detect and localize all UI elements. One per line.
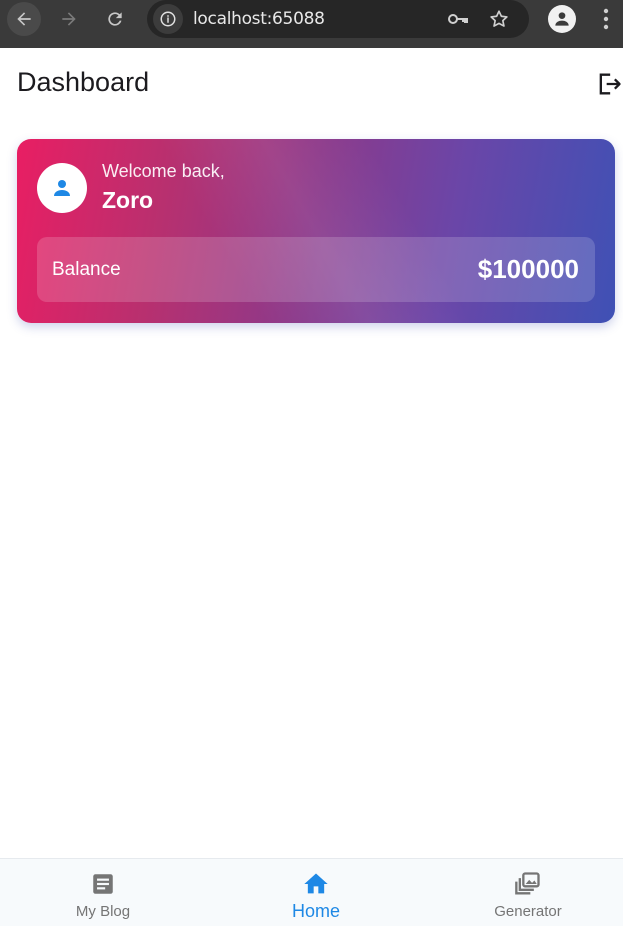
balance-panel: Balance $100000 [37,237,595,302]
bookmark-button[interactable] [487,7,511,31]
balance-card: Welcome back, Zoro Balance $100000 [17,139,615,323]
reload-icon [108,12,122,26]
logout-button[interactable] [594,69,623,99]
bottom-navigation: My Blog Home Generator [0,858,623,926]
browser-menu-button[interactable] [596,6,616,32]
balance-label: Balance [52,259,121,280]
key-icon [448,14,468,24]
nav-label: Generator [494,903,562,920]
collections-icon [515,872,540,895]
password-key-button[interactable] [446,7,470,31]
article-icon [93,874,113,894]
nav-label: Home [291,901,340,921]
info-icon [160,11,176,27]
reload-button[interactable] [98,2,132,36]
balance-value: $100000 [477,254,579,284]
forward-arrow-icon [62,12,76,26]
username: Zoro [102,187,154,213]
browser-profile-button[interactable] [548,5,576,33]
logout-icon [599,73,621,95]
home-icon [304,873,328,894]
back-button[interactable] [7,2,41,36]
address-bar[interactable]: localhost:65088 [147,0,529,38]
url-text[interactable]: localhost:65088 [193,9,325,29]
welcome-text: Welcome back, [102,161,225,181]
more-vert-icon [603,8,609,30]
back-arrow-icon [17,12,31,26]
profile-icon [555,12,569,26]
star-icon [490,10,508,27]
nav-item-home[interactable]: Home [251,859,381,926]
avatar [37,163,87,213]
person-icon [54,180,70,196]
forward-button[interactable] [52,2,86,36]
site-info-button[interactable] [153,4,183,34]
nav-label: My Blog [75,903,131,920]
nav-item-my-blog[interactable]: My Blog [38,859,168,926]
browser-toolbar: localhost:65088 [0,0,623,48]
page-title: Dashboard [17,67,150,97]
nav-item-generator[interactable]: Generator [463,859,593,926]
